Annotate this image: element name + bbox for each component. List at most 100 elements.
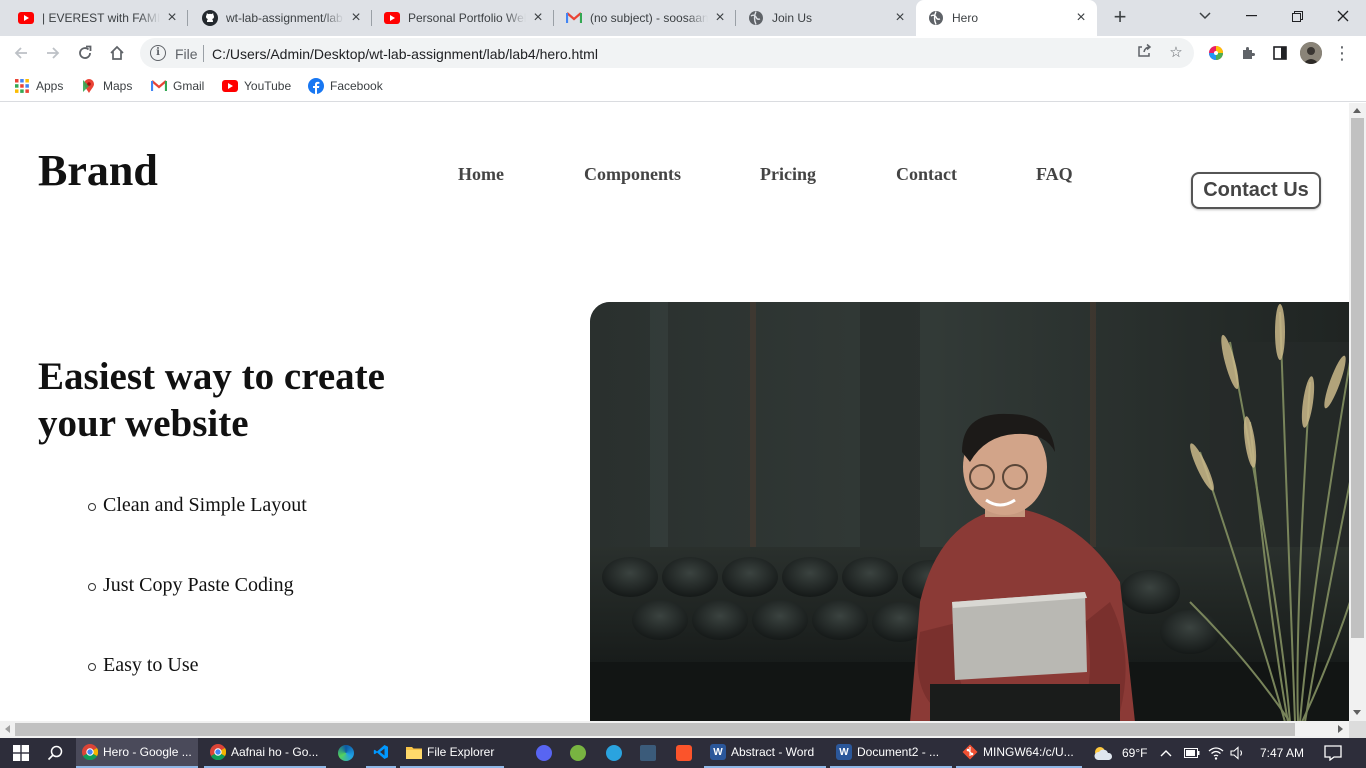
horizontal-scrollbar[interactable] <box>0 721 1349 738</box>
git-bash-icon <box>962 744 978 760</box>
battery-icon[interactable] <box>1184 738 1200 768</box>
bookmark-label: Apps <box>36 79 64 93</box>
nav-link-home[interactable]: Home <box>458 164 504 185</box>
feature-text: Just Copy Paste Coding <box>103 574 294 596</box>
telegram-icon[interactable] <box>606 745 622 761</box>
url-text[interactable]: C:/Users/Admin/Desktop/wt-lab-assignment… <box>212 46 598 62</box>
info-icon[interactable]: i <box>150 45 166 61</box>
taskbar-app-chrome-aafnai[interactable]: Aafnai ho - Go... <box>204 738 326 768</box>
brave-icon[interactable] <box>676 745 692 761</box>
share-icon[interactable] <box>1134 43 1154 63</box>
reload-button[interactable] <box>72 40 98 66</box>
tab-github[interactable]: wt-lab-assignment/lab × <box>190 4 372 32</box>
feature-text: Clean and Simple Layout <box>103 494 307 516</box>
browser-toolbar: i File C:/Users/Admin/Desktop/wt-lab-ass… <box>0 36 1366 70</box>
wifi-icon[interactable] <box>1208 738 1224 768</box>
new-tab-button[interactable]: + <box>1108 6 1132 30</box>
app-icon[interactable] <box>640 745 656 761</box>
nav-link-faq[interactable]: FAQ <box>1036 164 1073 185</box>
scroll-down-arrow-icon[interactable] <box>1353 710 1361 715</box>
word-icon: W <box>836 744 852 760</box>
tab-search-button[interactable] <box>1182 0 1228 32</box>
taskbar-app-file-explorer[interactable]: File Explorer <box>400 738 504 768</box>
taskbar-app-label: Document2 - ... <box>857 745 940 759</box>
close-icon[interactable]: × <box>892 10 908 26</box>
color-wheel-extension-icon[interactable] <box>1205 42 1227 64</box>
tab-everest[interactable]: | EVEREST with FAMILY × <box>6 4 188 32</box>
clock[interactable]: 7:47 AM <box>1260 738 1304 768</box>
back-button[interactable] <box>8 40 34 66</box>
restore-button[interactable] <box>1274 0 1320 32</box>
search-button[interactable] <box>40 738 70 768</box>
taskbar-app-label: Abstract - Word <box>731 745 815 759</box>
tab-portfolio[interactable]: Personal Portfolio Web × <box>372 4 554 32</box>
youtube-icon <box>222 78 238 94</box>
github-icon <box>202 10 218 26</box>
home-button[interactable] <box>104 40 130 66</box>
taskbar-app-label: Hero - Google ... <box>103 745 192 759</box>
feature-item: Easy to Use <box>88 654 199 677</box>
bookmark-apps[interactable]: Apps <box>14 76 63 96</box>
discord-icon[interactable] <box>536 745 552 761</box>
bookmark-youtube[interactable]: YouTube <box>222 76 291 96</box>
notifications-icon[interactable] <box>1324 738 1342 768</box>
youtube-icon <box>18 10 34 26</box>
gmail-icon <box>566 10 582 26</box>
edge-icon[interactable] <box>338 745 354 761</box>
close-icon[interactable]: × <box>348 10 364 26</box>
scrollbar-thumb[interactable] <box>1351 118 1364 638</box>
scroll-up-arrow-icon[interactable] <box>1353 108 1361 113</box>
close-icon[interactable]: × <box>712 10 728 26</box>
start-button[interactable] <box>6 738 36 768</box>
feature-item: Clean and Simple Layout <box>88 494 307 517</box>
taskbar-app-label: MINGW64:/c/U... <box>983 745 1074 759</box>
scroll-left-arrow-icon[interactable] <box>5 725 10 733</box>
arrow-left-icon <box>14 47 27 59</box>
cloudy-weather-icon <box>1094 747 1113 760</box>
tray-overflow-chevron-icon[interactable] <box>1160 738 1172 768</box>
windows-logo-icon <box>13 745 29 761</box>
chevron-down-icon <box>1199 12 1211 20</box>
taskbar-app-chrome-hero[interactable]: Hero - Google ... <box>76 738 198 768</box>
taskbar-app-word-document2[interactable]: W Document2 - ... <box>830 738 952 768</box>
brand-logo[interactable]: Brand <box>38 145 158 196</box>
profile-avatar[interactable] <box>1300 42 1322 64</box>
utorrent-icon[interactable] <box>570 745 586 761</box>
extensions-puzzle-icon[interactable] <box>1237 42 1259 64</box>
search-icon <box>47 745 63 761</box>
tab-hero[interactable]: Hero × <box>916 0 1097 36</box>
tab-join-us[interactable]: Join Us × <box>736 4 916 32</box>
bullet-circle-icon <box>88 503 96 511</box>
bookmark-maps[interactable]: Maps <box>81 76 132 96</box>
forward-button[interactable] <box>40 40 66 66</box>
youtube-icon <box>384 10 400 26</box>
weather-widget[interactable]: 69°F <box>1092 738 1147 768</box>
vertical-scrollbar[interactable] <box>1349 103 1366 721</box>
scrollbar-thumb[interactable] <box>15 723 1295 736</box>
nav-link-contact[interactable]: Contact <box>896 164 957 185</box>
nav-link-pricing[interactable]: Pricing <box>760 164 816 185</box>
bookmark-facebook[interactable]: Facebook <box>308 76 383 96</box>
avatar-icon <box>1300 42 1322 64</box>
scroll-right-arrow-icon[interactable] <box>1338 725 1343 733</box>
home-icon <box>110 45 124 60</box>
taskbar-app-vscode[interactable] <box>366 738 396 768</box>
side-panel-icon[interactable] <box>1269 42 1291 64</box>
bookmark-star-icon[interactable]: ☆ <box>1166 43 1186 63</box>
close-icon[interactable]: × <box>530 10 546 26</box>
tab-gmail[interactable]: (no subject) - soosaan × <box>554 4 736 32</box>
contact-us-button[interactable]: Contact Us <box>1191 172 1321 209</box>
taskbar-app-word-abstract[interactable]: W Abstract - Word <box>704 738 826 768</box>
taskbar-app-git-bash[interactable]: MINGW64:/c/U... <box>956 738 1082 768</box>
close-window-button[interactable] <box>1320 0 1366 32</box>
minimize-button[interactable] <box>1228 0 1274 32</box>
volume-icon[interactable] <box>1230 738 1246 768</box>
address-bar[interactable]: i File C:/Users/Admin/Desktop/wt-lab-ass… <box>140 38 1194 68</box>
tab-strip: | EVEREST with FAMILY × wt-lab-assignmen… <box>0 0 1366 36</box>
close-icon[interactable]: × <box>164 10 180 26</box>
tab-title: (no subject) - soosaan <box>590 11 708 25</box>
nav-link-components[interactable]: Components <box>584 164 681 185</box>
close-icon[interactable]: × <box>1073 10 1089 26</box>
bookmark-gmail[interactable]: Gmail <box>151 76 204 96</box>
menu-kebab-icon[interactable]: ⋮ <box>1331 42 1353 64</box>
